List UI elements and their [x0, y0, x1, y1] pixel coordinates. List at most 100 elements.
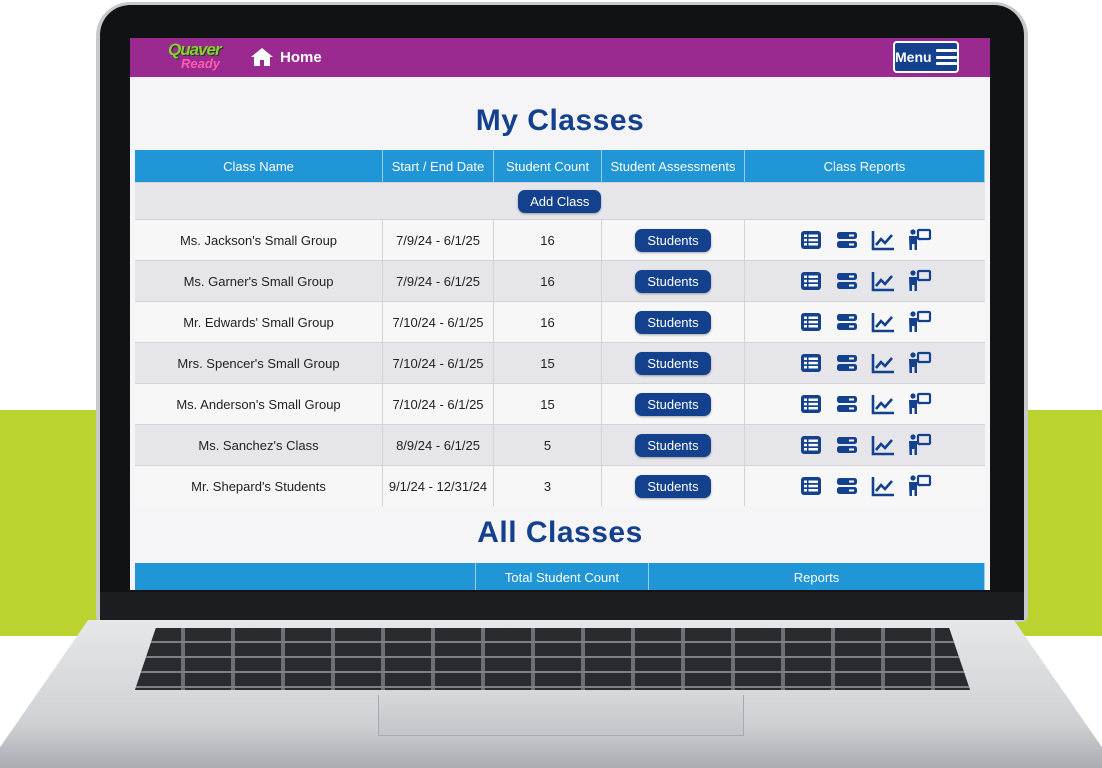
- menu-button[interactable]: Menu: [893, 41, 959, 73]
- list-report-icon[interactable]: [798, 351, 824, 375]
- all-classes-title: All Classes: [477, 516, 643, 549]
- table-row: Ms. Jackson's Small Group 7/9/24 - 6/1/25…: [135, 219, 985, 261]
- chart-report-icon[interactable]: [870, 310, 896, 334]
- student-count-cell: 15: [493, 342, 602, 384]
- reports-cell: [744, 219, 985, 261]
- table-row: Mr. Edwards' Small Group 7/10/24 - 6/1/25…: [135, 301, 985, 343]
- students-button[interactable]: Students: [635, 433, 711, 457]
- reports-cell: [744, 260, 985, 302]
- dates-cell: 8/9/24 - 6/1/25: [382, 424, 494, 466]
- add-class-button[interactable]: Add Class: [518, 189, 602, 213]
- home-icon: [251, 48, 273, 66]
- assessments-cell: Students: [601, 260, 745, 302]
- students-button[interactable]: Students: [635, 392, 711, 416]
- class-name-cell[interactable]: Ms. Anderson's Small Group: [135, 383, 383, 425]
- table-row: Ms. Sanchez's Class 8/9/24 - 6/1/25 5 Stude…: [135, 424, 985, 466]
- class-name-cell[interactable]: Ms. Jackson's Small Group: [135, 219, 383, 261]
- students-button[interactable]: Students: [635, 269, 711, 293]
- teacher-report-icon[interactable]: [906, 351, 932, 375]
- chart-report-icon[interactable]: [870, 269, 896, 293]
- laptop-bezel: [100, 592, 1024, 620]
- student-count-cell: 16: [493, 219, 602, 261]
- col-dates[interactable]: Start / End Date: [382, 150, 494, 183]
- class-name-cell[interactable]: Ms. Sanchez's Class: [135, 424, 383, 466]
- list-report-icon[interactable]: [798, 228, 824, 252]
- teacher-report-icon[interactable]: [906, 310, 932, 334]
- summary-report-icon[interactable]: [834, 392, 860, 416]
- col-reports: Class Reports: [744, 150, 985, 183]
- summary-report-icon[interactable]: [834, 310, 860, 334]
- chart-report-icon[interactable]: [870, 351, 896, 375]
- teacher-report-icon[interactable]: [906, 474, 932, 498]
- quaver-ready-logo[interactable]: Quaver Ready: [164, 40, 228, 74]
- list-report-icon[interactable]: [798, 269, 824, 293]
- table-row: Mr. Shepard's Students 9/1/24 - 12/31/24 3…: [135, 465, 985, 506]
- dates-cell: 7/9/24 - 6/1/25: [382, 219, 494, 261]
- assessments-cell: Students: [601, 301, 745, 343]
- class-name-cell[interactable]: Mrs. Spencer's Small Group: [135, 342, 383, 384]
- menu-label: Menu: [895, 49, 932, 65]
- table-header-row: Class Name Start / End Date Student Coun…: [135, 150, 985, 183]
- chart-report-icon[interactable]: [870, 228, 896, 252]
- summary-report-icon[interactable]: [834, 351, 860, 375]
- my-classes-table: Class Name Start / End Date Student Coun…: [135, 150, 985, 506]
- assessments-cell: Students: [601, 219, 745, 261]
- students-button[interactable]: Students: [635, 351, 711, 375]
- list-report-icon[interactable]: [798, 392, 824, 416]
- col-student-count[interactable]: Student Count: [493, 150, 602, 183]
- chart-report-icon[interactable]: [870, 433, 896, 457]
- chart-report-icon[interactable]: [870, 392, 896, 416]
- teacher-report-icon[interactable]: [906, 269, 932, 293]
- student-count-cell: 16: [493, 301, 602, 343]
- col-all-reports: Reports: [648, 563, 985, 590]
- all-classes-header-row: Total Student Count Reports: [135, 563, 985, 590]
- reports-cell: [744, 465, 985, 506]
- top-navbar: Quaver Ready Home Menu: [130, 38, 990, 77]
- laptop-trackpad: [378, 695, 744, 736]
- reports-cell: [744, 383, 985, 425]
- class-name-cell[interactable]: Mr. Edwards' Small Group: [135, 301, 383, 343]
- class-name-cell[interactable]: Ms. Garner's Small Group: [135, 260, 383, 302]
- teacher-report-icon[interactable]: [906, 392, 932, 416]
- teacher-report-icon[interactable]: [906, 228, 932, 252]
- reports-cell: [744, 342, 985, 384]
- home-link[interactable]: Home: [250, 47, 322, 67]
- students-button[interactable]: Students: [635, 474, 711, 498]
- all-classes-table: Total Student Count Reports: [135, 563, 985, 590]
- student-count-cell: 16: [493, 260, 602, 302]
- student-count-cell: 3: [493, 465, 602, 506]
- table-row: Ms. Garner's Small Group 7/9/24 - 6/1/25 1…: [135, 260, 985, 302]
- summary-report-icon[interactable]: [834, 433, 860, 457]
- summary-report-icon[interactable]: [834, 228, 860, 252]
- col-assessments: Student Assessments: [601, 150, 745, 183]
- summary-report-icon[interactable]: [834, 269, 860, 293]
- dates-cell: 7/9/24 - 6/1/25: [382, 260, 494, 302]
- student-count-cell: 15: [493, 383, 602, 425]
- assessments-cell: Students: [601, 424, 745, 466]
- summary-report-icon[interactable]: [834, 474, 860, 498]
- home-label: Home: [280, 48, 322, 66]
- reports-cell: [744, 424, 985, 466]
- table-row: Ms. Anderson's Small Group 7/10/24 - 6/1/…: [135, 383, 985, 425]
- list-report-icon[interactable]: [798, 310, 824, 334]
- chart-report-icon[interactable]: [870, 474, 896, 498]
- my-classes-title: My Classes: [475, 104, 645, 137]
- list-report-icon[interactable]: [798, 474, 824, 498]
- reports-cell: [744, 301, 985, 343]
- students-button[interactable]: Students: [635, 310, 711, 334]
- add-class-row: Add Class: [135, 182, 985, 220]
- keyboard-rows: [135, 628, 970, 690]
- assessments-cell: Students: [601, 383, 745, 425]
- assessments-cell: Students: [601, 465, 745, 506]
- students-button[interactable]: Students: [635, 228, 711, 252]
- logo-text-bottom: Ready: [181, 56, 221, 71]
- dates-cell: 7/10/24 - 6/1/25: [382, 301, 494, 343]
- col-class-name[interactable]: Class Name: [135, 150, 383, 183]
- teacher-report-icon[interactable]: [906, 433, 932, 457]
- class-name-cell[interactable]: Mr. Shepard's Students: [135, 465, 383, 506]
- list-report-icon[interactable]: [798, 433, 824, 457]
- app-screen: Quaver Ready Home Menu My Classes Class …: [130, 38, 990, 590]
- col-total-student-count[interactable]: Total Student Count: [475, 563, 649, 590]
- assessments-cell: Students: [601, 342, 745, 384]
- dates-cell: 7/10/24 - 6/1/25: [382, 342, 494, 384]
